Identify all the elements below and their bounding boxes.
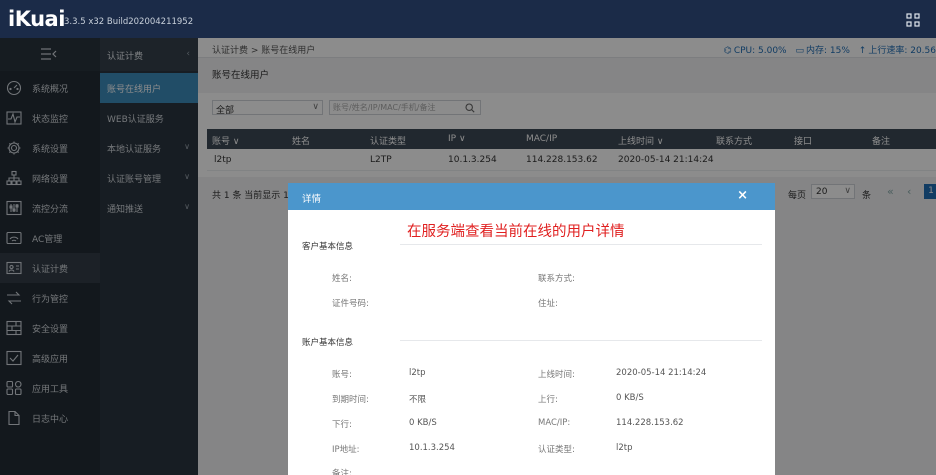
upload-label: 上行: <box>538 395 558 405</box>
section-divider <box>400 340 762 341</box>
section-account-info-title: 账户基本信息 <box>302 338 354 348</box>
online-time-value: 2020-05-14 21:14:24 <box>616 368 707 378</box>
close-icon[interactable]: × <box>737 188 748 203</box>
ip-label: IP地址: <box>332 445 360 455</box>
download-value: 0 KB/S <box>409 418 437 428</box>
address-label: 住址: <box>538 299 558 309</box>
section-customer-info-title: 客户基本信息 <box>302 242 354 252</box>
auth-type-label: 认证类型: <box>538 445 575 455</box>
brand-logo: iKuai <box>8 7 65 31</box>
ip-value: 10.1.3.254 <box>409 443 455 453</box>
account-value: l2tp <box>409 368 426 378</box>
contact-label: 联系方式: <box>538 274 575 284</box>
modal-header: 详情 × <box>288 183 775 210</box>
auth-type-value: l2tp <box>616 443 633 453</box>
expire-label: 到期时间: <box>332 395 369 405</box>
download-label: 下行: <box>332 420 352 430</box>
annotation-text: 在服务端查看当前在线的用户详情 <box>407 224 625 240</box>
upload-value: 0 KB/S <box>616 393 644 403</box>
expire-value: 不限 <box>409 395 427 405</box>
account-label: 账号: <box>332 370 352 380</box>
section-divider <box>400 244 762 245</box>
id-number-label: 证件号码: <box>332 299 369 309</box>
mac-value: 114.228.153.62 <box>616 418 684 428</box>
top-bar: iKuai 3.3.5 x32 Build202004211952 <box>0 0 936 38</box>
firmware-version: 3.3.5 x32 Build202004211952 <box>64 17 194 27</box>
modal-title: 详情 <box>302 194 322 205</box>
mac-label: MAC/IP: <box>538 418 571 428</box>
apps-grid-icon[interactable] <box>906 13 920 27</box>
name-label: 姓名: <box>332 274 352 284</box>
online-time-label: 上线时间: <box>538 370 575 380</box>
remark-label: 备注: <box>332 469 352 475</box>
detail-modal: 详情 × 在服务端查看当前在线的用户详情 客户基本信息 姓名: 联系方式: 证件… <box>288 183 775 475</box>
